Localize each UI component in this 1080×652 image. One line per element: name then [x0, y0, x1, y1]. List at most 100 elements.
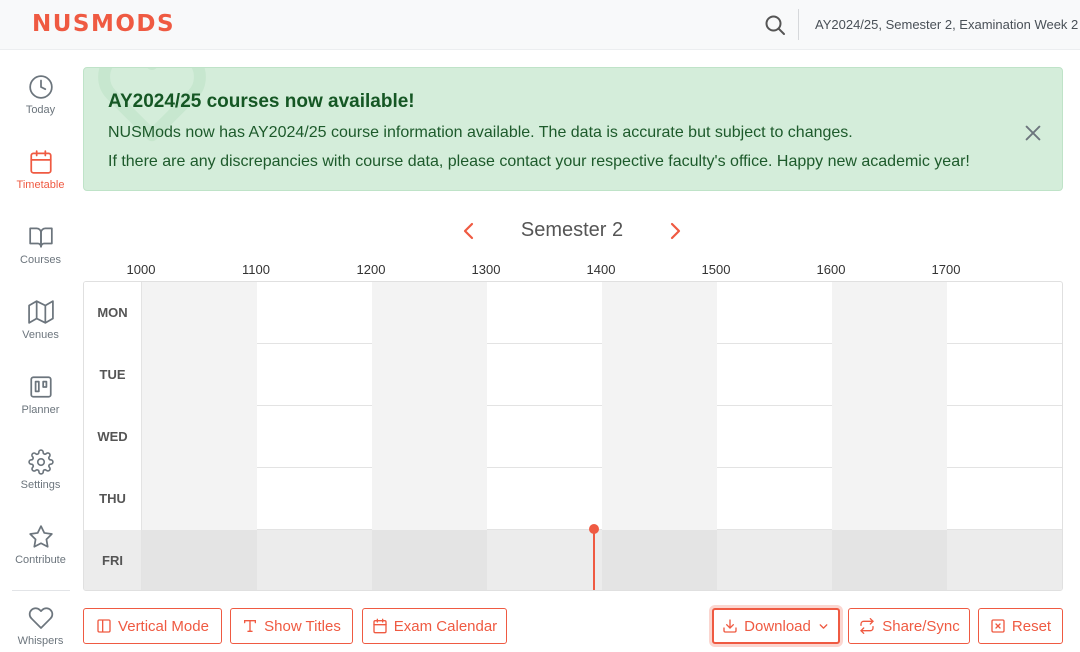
share-sync-button[interactable]: Share/Sync: [848, 608, 970, 644]
repeat-icon: [860, 618, 874, 634]
exam-calendar-button[interactable]: Exam Calendar: [362, 608, 507, 644]
hour-shade: [372, 344, 487, 406]
previous-semester-button[interactable]: [460, 220, 478, 242]
hour-shade: [832, 344, 947, 406]
star-icon: [28, 525, 53, 548]
current-time-dot: [589, 524, 599, 534]
hour-label: 1000: [126, 262, 156, 277]
vertical-mode-label: Vertical Mode: [118, 617, 209, 635]
hour-label: 1500: [701, 262, 731, 277]
semester-label: Semester 2: [520, 219, 624, 241]
hour-label: 1100: [242, 262, 270, 277]
hour-shade: [832, 282, 947, 344]
day-label: WED: [84, 406, 142, 468]
hour-shade: [142, 468, 257, 530]
hour-shade: [602, 468, 717, 530]
day-label: TUE: [84, 344, 142, 406]
calendar-icon: [29, 150, 52, 174]
sidebar-item-venues[interactable]: Venues: [0, 299, 81, 369]
day-label: FRI: [84, 530, 142, 590]
clock-icon: [28, 75, 53, 99]
top-header: NUSMODS AY2024/25, Semester 2, Examinati…: [0, 0, 1080, 50]
hour-shade: [602, 344, 717, 406]
map-icon: [27, 300, 54, 324]
alert-message-line-2: If there are any discrepancies with cour…: [108, 153, 970, 170]
timetable-hours-header: 1000 1100 1200 1300 1400 1500 1600 1700: [83, 262, 1063, 280]
day-label: MON: [84, 282, 142, 344]
day-label: THU: [84, 468, 142, 530]
hour-shade: [372, 468, 487, 530]
hour-shade: [832, 530, 947, 590]
hour-label: 1300: [471, 262, 501, 277]
chevron-down-icon: [819, 623, 828, 629]
hour-shade: [142, 344, 257, 406]
download-label: Download: [744, 617, 811, 635]
hour-label: 1600: [816, 262, 846, 277]
type-icon: [244, 620, 257, 632]
hour-shade: [602, 406, 717, 468]
hour-shade: [372, 406, 487, 468]
book-icon: [28, 227, 53, 248]
exam-calendar-label: Exam Calendar: [393, 617, 498, 635]
sidebar-item-timetable[interactable]: Timetable: [0, 149, 81, 219]
hour-shade: [372, 282, 487, 344]
show-titles-button[interactable]: Show Titles: [230, 608, 353, 644]
sidebar-item-label: Contribute: [15, 554, 66, 566]
timetable-row-thu[interactable]: THU: [84, 468, 1062, 530]
academic-week-info: AY2024/25, Semester 2, Examination Week …: [815, 17, 1079, 32]
heart-icon: [28, 607, 53, 629]
sidebar-item-contribute[interactable]: Contribute: [0, 524, 81, 594]
search-icon[interactable]: [763, 13, 787, 37]
hour-shade: [372, 530, 487, 590]
calendar-icon: [373, 618, 387, 634]
download-icon: [723, 619, 737, 633]
share-sync-label: Share/Sync: [882, 617, 960, 635]
sidebar-item-label: Venues: [22, 329, 59, 341]
sidebar-item-whispers[interactable]: Whispers: [0, 605, 81, 652]
sidebar-item-settings[interactable]: Settings: [0, 449, 81, 519]
sidebar-item-label: Planner: [21, 404, 60, 416]
hour-shade: [142, 282, 257, 344]
download-button[interactable]: Download: [712, 608, 840, 644]
hour-label: 1700: [931, 262, 961, 277]
columns-icon: [97, 619, 111, 633]
chevron-right-icon: [670, 222, 681, 240]
hour-shade: [142, 406, 257, 468]
chevron-left-icon: [463, 222, 474, 240]
planner-icon: [29, 376, 52, 398]
hour-shade: [832, 468, 947, 530]
hour-label: 1200: [356, 262, 386, 277]
hour-shade: [832, 406, 947, 468]
gear-icon: [27, 449, 54, 475]
sidebar-item-label: Today: [25, 104, 56, 116]
sidebar-item-label: Courses: [20, 254, 61, 266]
sidebar-item-label: Whispers: [17, 635, 64, 647]
alert-message-line-1: NUSMods now has AY2024/25 course informa…: [108, 124, 853, 141]
sidebar-item-label: Settings: [20, 479, 61, 491]
sidebar-item-today[interactable]: Today: [0, 74, 81, 144]
alert-title: AY2024/25 courses now available!: [108, 91, 415, 112]
hour-label: 1400: [586, 262, 616, 277]
timetable-row-mon[interactable]: MON: [84, 282, 1062, 344]
timetable-row-wed[interactable]: WED: [84, 406, 1062, 468]
timetable-row-fri[interactable]: FRI: [84, 530, 1062, 590]
current-time-indicator: [593, 529, 595, 590]
sidebar-item-courses[interactable]: Courses: [0, 224, 81, 294]
header-divider: [798, 9, 799, 40]
show-titles-label: Show Titles: [264, 617, 341, 635]
hour-shade: [142, 530, 257, 590]
reset-button[interactable]: Reset: [978, 608, 1063, 644]
next-semester-button[interactable]: [666, 220, 684, 242]
sidebar-item-label: Timetable: [16, 179, 65, 191]
reset-label: Reset: [1011, 617, 1052, 635]
sidebar-divider: [12, 590, 70, 591]
close-square-icon: [991, 619, 1005, 633]
sidebar-item-planner[interactable]: Planner: [0, 374, 81, 444]
announcement-alert: AY2024/25 courses now available! NUSMods…: [83, 67, 1063, 191]
nusmods-logo[interactable]: NUSMODS: [32, 11, 175, 37]
close-icon[interactable]: [1022, 122, 1044, 144]
hour-shade: [602, 530, 717, 590]
timetable-grid: MON TUE WED THU FRI: [83, 281, 1063, 591]
vertical-mode-button[interactable]: Vertical Mode: [83, 608, 222, 644]
timetable-row-tue[interactable]: TUE: [84, 344, 1062, 406]
